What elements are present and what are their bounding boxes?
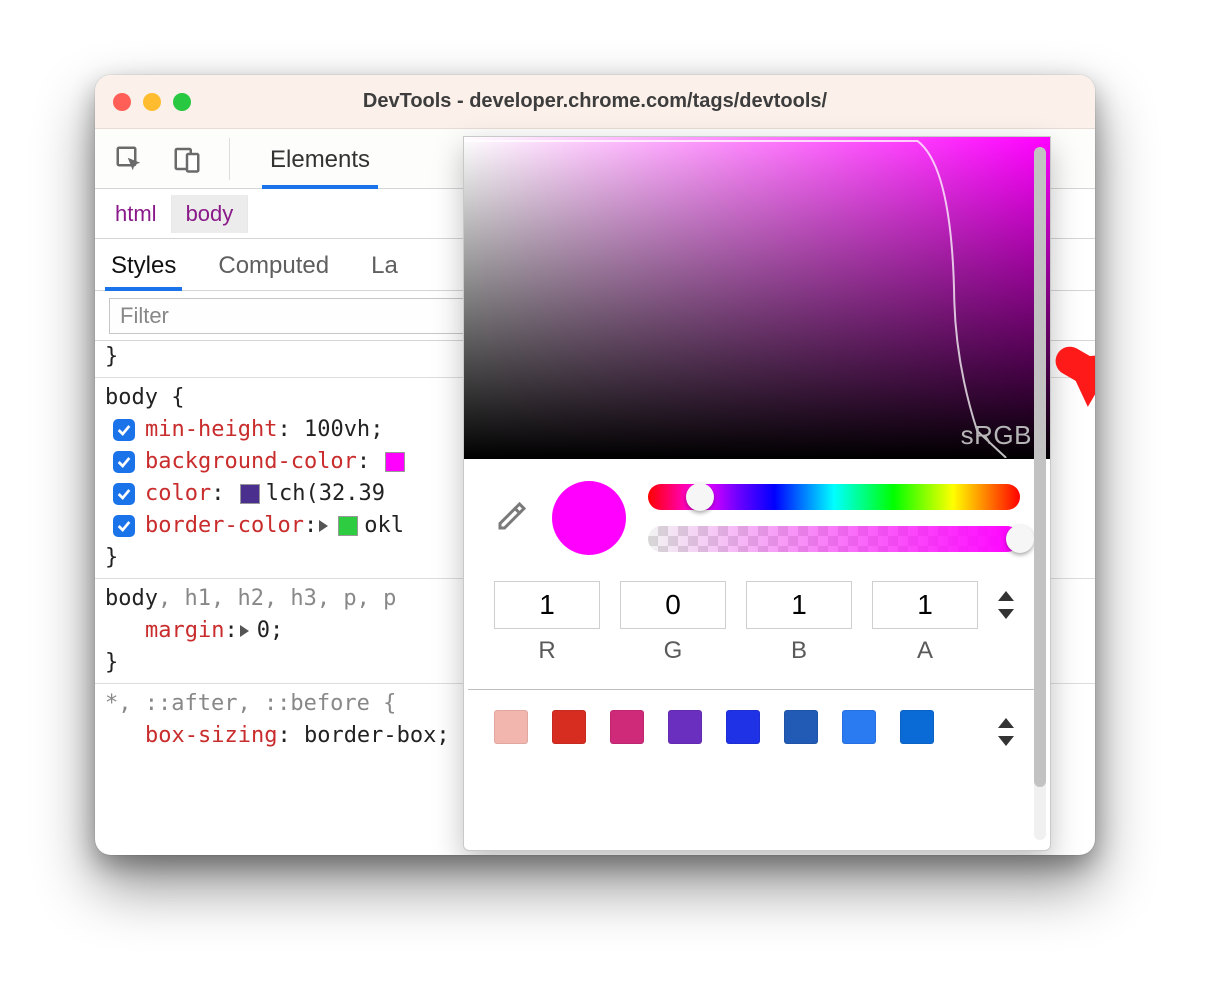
property-value: 100vh xyxy=(304,414,370,446)
toggle-checkbox[interactable] xyxy=(113,451,135,473)
property-value: lch(32.39 xyxy=(266,478,398,510)
color-swatch-icon[interactable] xyxy=(240,484,260,504)
palette-switch-icon[interactable] xyxy=(998,718,1020,746)
hue-slider-handle[interactable] xyxy=(686,483,714,511)
expand-triangle-icon[interactable] xyxy=(319,520,328,532)
hue-slider[interactable] xyxy=(648,484,1020,510)
property-value: okl xyxy=(364,510,404,542)
toolbar-divider xyxy=(229,138,230,180)
property-value: 0 xyxy=(257,615,270,647)
color-spectrum[interactable]: sRGB xyxy=(464,137,1050,459)
channel-r-input[interactable] xyxy=(494,581,600,629)
palette-swatch[interactable] xyxy=(726,710,760,744)
palette-swatches xyxy=(464,708,1050,746)
channel-g-input[interactable] xyxy=(620,581,726,629)
channel-b-label: B xyxy=(746,637,852,665)
select-element-icon[interactable] xyxy=(109,139,149,179)
selector-rest: , h1, h2, h3, p, p xyxy=(158,583,396,615)
property-name: min-height xyxy=(145,414,277,446)
filter-input[interactable]: Filter xyxy=(109,298,469,334)
divider xyxy=(468,689,1046,690)
maximize-icon[interactable] xyxy=(173,93,191,111)
window-title: DevTools - developer.chrome.com/tags/dev… xyxy=(95,90,1095,113)
property-name: border-color xyxy=(145,510,304,542)
property-name: background-color xyxy=(145,446,357,478)
color-picker-popover: sRGB R xyxy=(463,136,1051,851)
palette-swatch[interactable] xyxy=(668,710,702,744)
channel-a-label: A xyxy=(872,637,978,665)
colorspace-label: sRGB xyxy=(961,420,1032,451)
property-name: color xyxy=(145,478,211,510)
breadcrumb-item-html[interactable]: html xyxy=(101,195,172,233)
spectrum-black-layer xyxy=(464,137,1050,459)
toggle-checkbox[interactable] xyxy=(113,515,135,537)
current-color-preview xyxy=(552,481,626,555)
palette-swatch[interactable] xyxy=(900,710,934,744)
alpha-slider-handle[interactable] xyxy=(1006,525,1034,553)
alpha-slider[interactable] xyxy=(648,526,1020,552)
palette-swatch[interactable] xyxy=(494,710,528,744)
subtab-styles[interactable]: Styles xyxy=(105,252,182,290)
channel-b-input[interactable] xyxy=(746,581,852,629)
color-channels: R G B A xyxy=(464,581,1050,665)
tab-elements[interactable]: Elements xyxy=(262,144,378,188)
format-switch-icon[interactable] xyxy=(998,591,1020,619)
devtools-window: DevTools - developer.chrome.com/tags/dev… xyxy=(95,75,1095,855)
color-swatch-icon[interactable] xyxy=(385,452,405,472)
traffic-lights xyxy=(113,93,191,111)
subtab-layout[interactable]: La xyxy=(365,252,404,290)
eyedropper-icon[interactable] xyxy=(494,498,530,539)
property-name: margin xyxy=(145,615,224,647)
toggle-checkbox[interactable] xyxy=(113,483,135,505)
palette-swatch[interactable] xyxy=(610,710,644,744)
breadcrumb-item-body[interactable]: body xyxy=(172,195,249,233)
toggle-checkbox[interactable] xyxy=(113,419,135,441)
selector-main: body xyxy=(105,583,158,615)
color-swatch-icon[interactable] xyxy=(338,516,358,536)
property-value: border-box xyxy=(304,720,436,752)
channel-a-input[interactable] xyxy=(872,581,978,629)
expand-triangle-icon[interactable] xyxy=(240,625,249,637)
channel-r-label: R xyxy=(494,637,600,665)
subtab-computed[interactable]: Computed xyxy=(212,252,335,290)
titlebar: DevTools - developer.chrome.com/tags/dev… xyxy=(95,75,1095,129)
close-icon[interactable] xyxy=(113,93,131,111)
palette-swatch[interactable] xyxy=(784,710,818,744)
minimize-icon[interactable] xyxy=(143,93,161,111)
panel-tabs: Elements xyxy=(262,129,378,188)
scrollbar-thumb[interactable] xyxy=(1034,147,1046,787)
palette-swatch[interactable] xyxy=(842,710,876,744)
channel-g-label: G xyxy=(620,637,726,665)
toggle-device-icon[interactable] xyxy=(167,139,207,179)
palette-swatch[interactable] xyxy=(552,710,586,744)
property-name: box-sizing xyxy=(145,720,277,752)
